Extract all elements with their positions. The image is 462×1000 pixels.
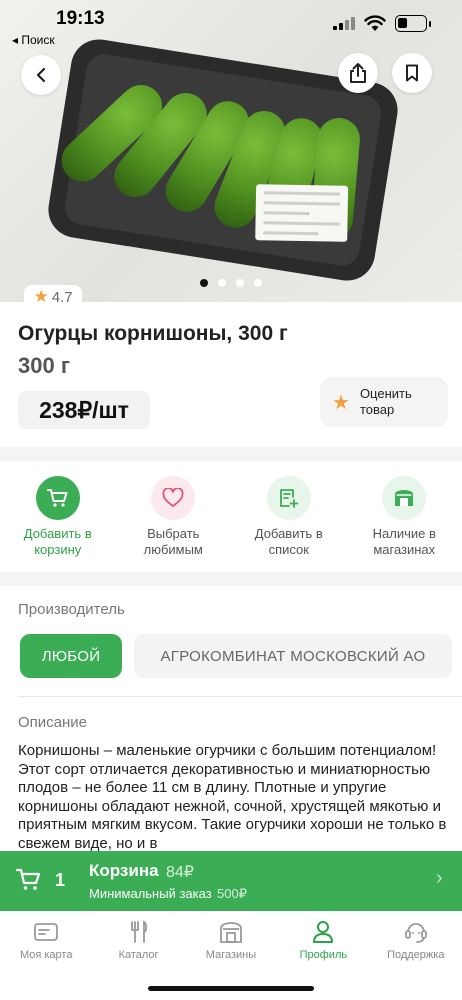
add-to-cart-button[interactable]: Добавить в корзину [0, 476, 116, 566]
store-availability-label: Наличие в магазинах [372, 526, 436, 557]
status-bar: 19:13 ◂ Поиск [0, 0, 462, 47]
store-icon [395, 490, 414, 506]
product-actions: Добавить в корзину Выбрать любимым Добав… [0, 476, 462, 566]
back-to-app-link[interactable]: ◂ Поиск [12, 33, 55, 47]
share-icon [350, 63, 366, 83]
cart-count: 1 [55, 870, 66, 890]
rate-product-button[interactable]: ★ Оценить товар [320, 377, 448, 427]
star-icon: ★ [332, 391, 350, 414]
tab-label: Магазины [205, 949, 257, 961]
cart-bar[interactable]: 1 Корзина 84₽ Минимальный заказ 500₽ › [0, 851, 462, 911]
description-heading: Описание [18, 714, 88, 731]
section-divider [0, 447, 462, 461]
manufacturer-option-agrokombinat[interactable]: АГРОКОМБИНАТ МОСКОВСКИЙ АО [134, 634, 452, 678]
carousel-dot[interactable] [254, 279, 262, 287]
min-order-label: Минимальный заказ [89, 886, 212, 901]
cart-icon [46, 489, 68, 507]
tab-support[interactable]: Поддержка [370, 911, 462, 1000]
divider [18, 696, 462, 697]
manufacturer-option-any[interactable]: ЛЮБОЙ [20, 634, 122, 678]
home-indicator [148, 986, 314, 991]
description-text: Корнишоны – маленькие огурчики с большим… [18, 742, 447, 852]
tab-label: Каталог [118, 949, 159, 961]
list-add-icon [279, 489, 299, 508]
fork-knife-icon [130, 920, 147, 943]
add-to-cart-label: Добавить в корзину [23, 526, 92, 557]
add-to-list-button[interactable]: Добавить в список [231, 476, 347, 566]
store-availability-button[interactable]: Наличие в магазинах [347, 476, 462, 566]
rating-badge: ★ 4.7 [24, 285, 82, 309]
cart-title: Корзина [89, 861, 159, 880]
store-icon [220, 922, 242, 943]
chevron-right-icon: › [436, 867, 443, 889]
carousel-dot[interactable] [218, 279, 226, 287]
carousel-dot[interactable] [200, 279, 208, 287]
cart-sum: 84₽ [166, 864, 194, 881]
bookmark-icon [406, 64, 418, 82]
wifi-icon [364, 15, 386, 31]
tab-label: Моя карта [19, 949, 73, 961]
support-icon [404, 923, 427, 943]
share-button[interactable] [338, 53, 378, 93]
card-icon [34, 923, 59, 941]
favorite-label: Выбрать любимым [143, 526, 203, 557]
section-divider [0, 572, 462, 586]
signal-icon [333, 17, 355, 30]
product-sticker [255, 184, 349, 242]
favorite-button[interactable]: Выбрать любимым [116, 476, 232, 566]
product-title: Огурцы корнишоны, 300 г [18, 322, 288, 345]
carousel-dot[interactable] [236, 279, 244, 287]
manufacturer-heading: Производитель [18, 601, 125, 618]
battery-icon [395, 15, 431, 32]
chevron-left-icon [36, 67, 46, 83]
bookmark-button[interactable] [392, 53, 432, 93]
star-icon: ★ [33, 287, 49, 306]
back-button[interactable] [21, 55, 61, 95]
heart-icon [162, 488, 184, 507]
rating-value: 4.7 [51, 288, 73, 306]
product-price: 238₽/шт [18, 391, 150, 429]
cart-icon [16, 868, 41, 890]
tab-label: Профиль [299, 949, 348, 961]
add-to-list-label: Добавить в список [254, 526, 323, 557]
tab-my-card[interactable]: Моя карта [0, 911, 92, 1000]
user-icon [313, 921, 334, 943]
tab-label: Поддержка [387, 949, 445, 961]
rate-product-label: Оценить товар [359, 386, 412, 417]
status-time: 19:13 [56, 8, 105, 29]
product-image-carousel[interactable]: 19:13 ◂ Поиск [0, 0, 462, 302]
min-order-value: 500₽ [217, 886, 247, 901]
product-weight: 300 г [18, 353, 70, 378]
